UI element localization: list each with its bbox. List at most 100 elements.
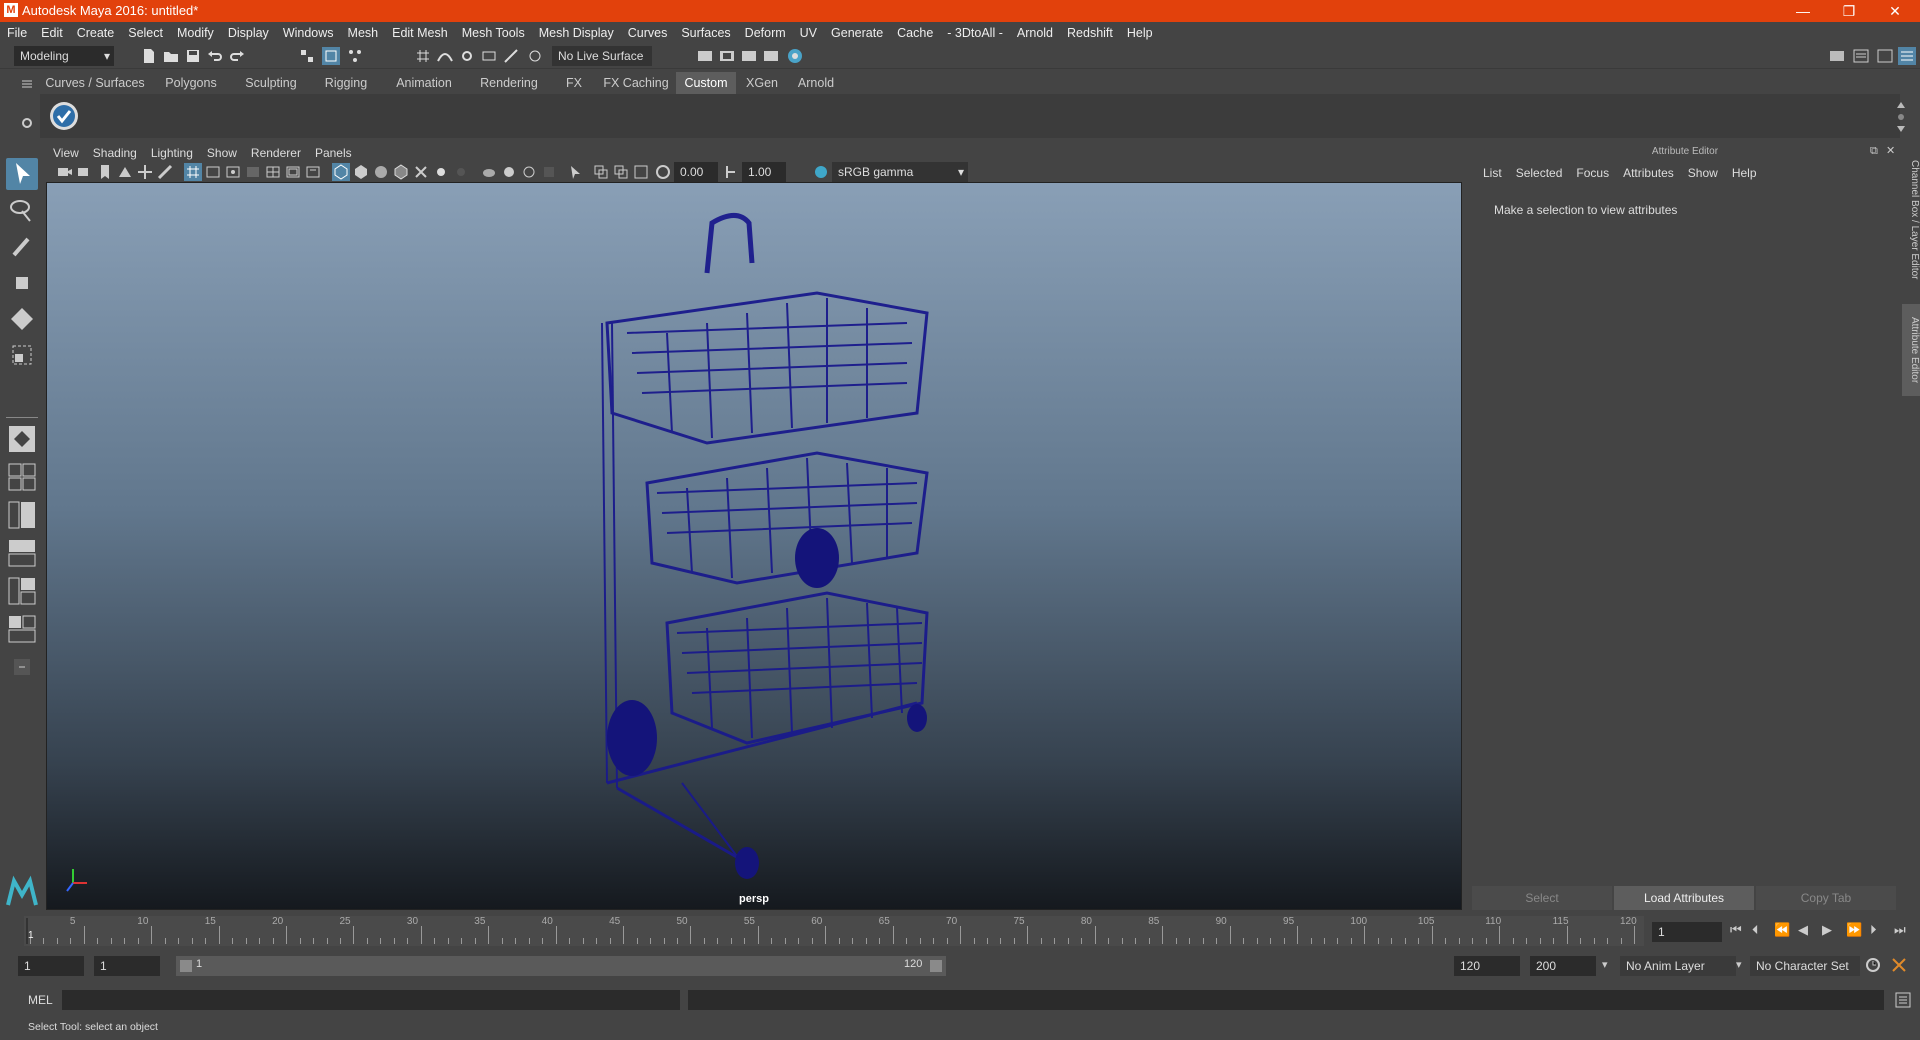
go-to-end-icon[interactable]: ⏭ xyxy=(1894,922,1906,938)
tab-curves-surfaces[interactable]: Curves / Surfaces xyxy=(40,72,150,94)
single-perspective-layout-icon[interactable] xyxy=(6,423,38,455)
xray-joints-icon[interactable] xyxy=(592,163,610,181)
menu-mesh-display[interactable]: Mesh Display xyxy=(532,22,621,44)
menu-select[interactable]: Select xyxy=(121,22,170,44)
render-view-icon[interactable] xyxy=(762,47,780,65)
modeling-toolkit-icon[interactable] xyxy=(1828,47,1846,65)
scale-tool-icon[interactable] xyxy=(6,339,38,371)
rotate-tool-icon[interactable] xyxy=(6,303,38,335)
maximize-button[interactable]: ❐ xyxy=(1826,0,1872,22)
new-scene-icon[interactable] xyxy=(140,47,158,65)
menu-uv[interactable]: UV xyxy=(793,22,824,44)
menu-deform[interactable]: Deform xyxy=(738,22,793,44)
color-management-icon[interactable] xyxy=(812,163,830,181)
snap-grid-icon[interactable] xyxy=(414,47,432,65)
step-back-key-icon[interactable]: ⏴ xyxy=(1752,922,1759,938)
safe-action-icon[interactable] xyxy=(284,163,302,181)
menu-edit[interactable]: Edit xyxy=(34,22,70,44)
persp-graph-layout-icon[interactable] xyxy=(6,537,38,569)
perspective-viewport[interactable]: persp xyxy=(46,182,1462,910)
save-scene-icon[interactable] xyxy=(184,47,202,65)
gamma-icon[interactable] xyxy=(722,163,740,181)
hypershade-icon[interactable] xyxy=(786,47,804,65)
xray-icon[interactable] xyxy=(412,163,430,181)
tab-polygons[interactable]: Polygons xyxy=(152,72,230,94)
attr-menu-help[interactable]: Help xyxy=(1725,164,1764,182)
menu-windows[interactable]: Windows xyxy=(276,22,341,44)
lasso-tool-icon[interactable] xyxy=(6,195,38,227)
redo-icon[interactable] xyxy=(228,47,246,65)
uv-editor-layout-icon[interactable] xyxy=(6,613,38,645)
command-input[interactable] xyxy=(62,990,680,1010)
select-camera-icon[interactable] xyxy=(56,163,74,181)
end-time-field[interactable]: 120 xyxy=(1454,956,1520,976)
menu-3dtoall[interactable]: - 3DtoAll - xyxy=(940,22,1010,44)
menu-edit-mesh[interactable]: Edit Mesh xyxy=(385,22,455,44)
view-transform-dropdown[interactable]: sRGB gamma ▾ xyxy=(832,162,968,182)
animation-preferences-icon[interactable] xyxy=(1890,956,1908,974)
script-editor-icon[interactable] xyxy=(1894,991,1912,1009)
tab-fx[interactable]: FX xyxy=(552,72,596,94)
isolate-select-icon[interactable] xyxy=(566,163,584,181)
screen-space-ao-icon[interactable] xyxy=(480,163,498,181)
undo-icon[interactable] xyxy=(206,47,224,65)
attribute-editor-toggle-icon[interactable] xyxy=(1852,47,1870,65)
tab-arnold[interactable]: Arnold xyxy=(788,72,844,94)
menu-mesh[interactable]: Mesh xyxy=(341,22,386,44)
shadows-icon[interactable] xyxy=(452,163,470,181)
snap-curve-icon[interactable] xyxy=(436,47,454,65)
shelf-scroll-icon[interactable] xyxy=(1896,100,1906,134)
float-panel-icon[interactable]: ⧉ xyxy=(1870,145,1878,158)
menu-curves[interactable]: Curves xyxy=(621,22,675,44)
menu-surfaces[interactable]: Surfaces xyxy=(674,22,737,44)
select-button[interactable]: Select xyxy=(1472,886,1612,910)
animation-start-field[interactable]: 1 xyxy=(94,956,160,976)
select-component-icon[interactable] xyxy=(346,47,364,65)
channel-box-toggle-icon[interactable] xyxy=(1898,47,1916,65)
tab-rigging[interactable]: Rigging xyxy=(312,72,380,94)
attr-menu-attributes[interactable]: Attributes xyxy=(1616,164,1681,182)
paint-select-tool-icon[interactable] xyxy=(6,231,38,263)
twod-pan-zoom-icon[interactable] xyxy=(136,163,154,181)
layout-options-icon[interactable] xyxy=(6,651,38,683)
play-forwards-icon[interactable]: ▶ xyxy=(1822,922,1832,938)
wireframe-on-shaded-icon[interactable] xyxy=(392,163,410,181)
snap-point-icon[interactable] xyxy=(458,47,476,65)
select-tool-icon[interactable] xyxy=(6,158,38,190)
time-slider[interactable]: 1 5 10 15 20 25 30 35 40 45 50 55 60 65 70 75 80 85 90 95 1… xyxy=(24,916,1644,946)
film-gate-icon[interactable] xyxy=(204,163,222,181)
tab-fx-caching[interactable]: FX Caching xyxy=(598,72,674,94)
menu-mesh-tools[interactable]: Mesh Tools xyxy=(455,22,532,44)
hypershade-layout-icon[interactable] xyxy=(6,575,38,607)
menuset-dropdown[interactable]: Modeling ▾ xyxy=(14,46,114,66)
chevron-down-icon[interactable]: ▾ xyxy=(1736,958,1742,971)
attr-menu-selected[interactable]: Selected xyxy=(1509,164,1570,182)
go-to-start-icon[interactable]: ⏮ xyxy=(1730,922,1742,938)
menu-display[interactable]: Display xyxy=(221,22,276,44)
step-forward-frame-icon[interactable]: ⏩ xyxy=(1846,922,1862,938)
image-plane-icon[interactable] xyxy=(116,163,134,181)
character-set-dropdown[interactable]: No Character Set xyxy=(1750,956,1860,976)
smooth-shade-icon[interactable] xyxy=(352,163,370,181)
live-surface-field[interactable]: No Live Surface xyxy=(552,46,652,66)
attr-menu-focus[interactable]: Focus xyxy=(1569,164,1616,182)
chevron-down-icon[interactable]: ▾ xyxy=(1602,958,1608,971)
menu-cache[interactable]: Cache xyxy=(890,22,940,44)
menu-modify[interactable]: Modify xyxy=(170,22,221,44)
snap-live-icon[interactable] xyxy=(502,47,520,65)
move-tool-icon[interactable] xyxy=(6,267,38,299)
grease-pencil-icon[interactable] xyxy=(156,163,174,181)
tab-xgen[interactable]: XGen xyxy=(738,72,786,94)
start-time-field[interactable]: 1 xyxy=(18,956,84,976)
menu-create[interactable]: Create xyxy=(70,22,122,44)
tab-animation[interactable]: Animation xyxy=(382,72,466,94)
grid-toggle-icon[interactable] xyxy=(184,163,202,181)
snap-project-icon[interactable] xyxy=(526,47,544,65)
attribute-editor-tab[interactable]: Attribute Editor xyxy=(1902,304,1920,396)
select-object-icon[interactable] xyxy=(322,47,340,65)
channel-box-tab[interactable]: Channel Box / Layer Editor xyxy=(1902,150,1920,290)
resolution-gate-icon[interactable] xyxy=(224,163,242,181)
select-hierarchy-icon[interactable] xyxy=(298,47,316,65)
menu-help[interactable]: Help xyxy=(1120,22,1160,44)
current-frame-field[interactable]: 1 xyxy=(1652,922,1722,942)
